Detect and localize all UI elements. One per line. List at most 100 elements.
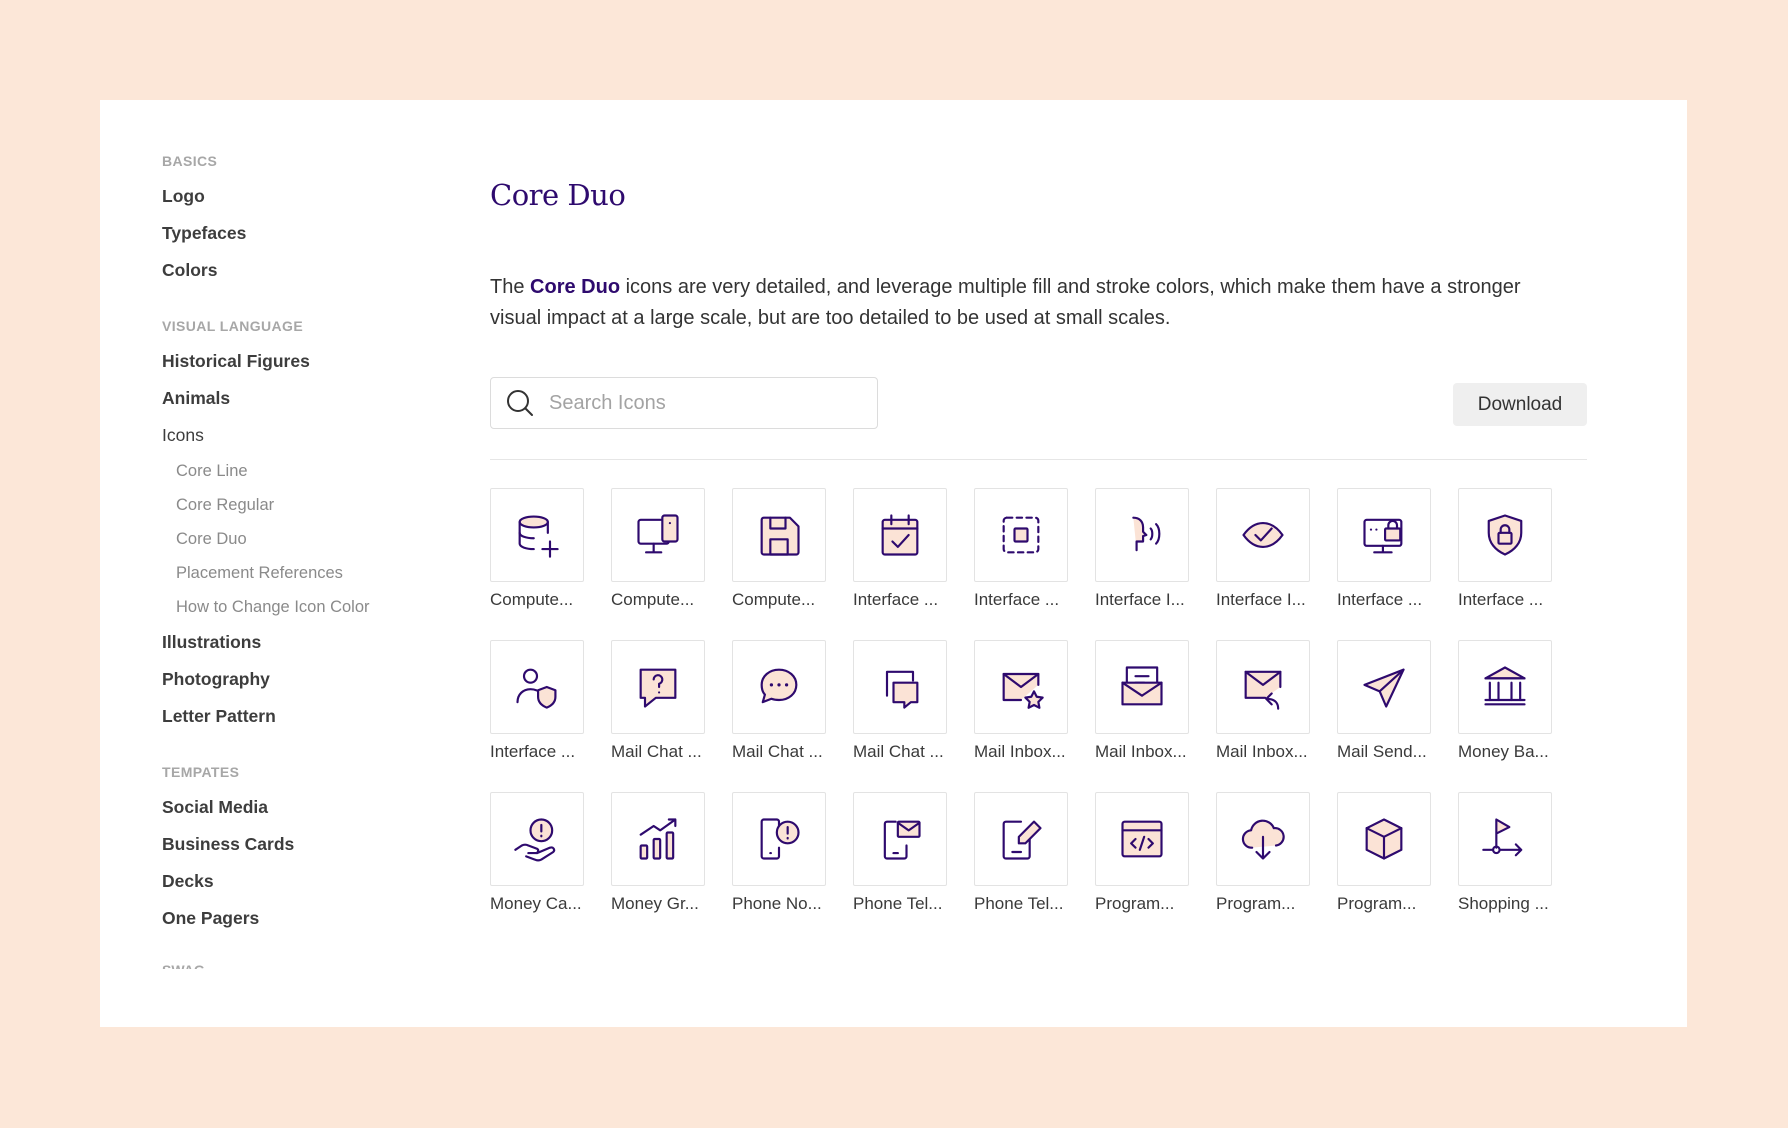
user-shield-icon: [516, 668, 557, 709]
sidebar-item-logo[interactable]: Logo: [162, 178, 462, 215]
icon-label: Compute...: [611, 590, 695, 609]
icon-tile[interactable]: Money Ba...: [1458, 640, 1552, 762]
icon-preview[interactable]: [1216, 488, 1310, 582]
sidebar-item-historical-figures[interactable]: Historical Figures: [162, 343, 462, 380]
icon-tile[interactable]: Mail Send...: [1337, 640, 1431, 762]
sidebar-item-typefaces[interactable]: Typefaces: [162, 215, 462, 252]
icon-tile[interactable]: Mail Chat ...: [853, 640, 947, 762]
sidebar-item-social-media[interactable]: Social Media: [162, 789, 462, 826]
sidebar-item-animals[interactable]: Animals: [162, 380, 462, 417]
sidebar: BASICS Logo Typefaces Colors VISUAL LANG…: [162, 150, 462, 1010]
icon-label: Phone No...: [732, 894, 822, 913]
sidebar-heading: BASICS: [162, 153, 218, 169]
icon-preview[interactable]: [732, 640, 826, 734]
icon-preview[interactable]: [490, 640, 584, 734]
icon-preview[interactable]: [490, 792, 584, 886]
icon-tile[interactable]: Program...: [1216, 792, 1310, 914]
search-box[interactable]: [490, 377, 878, 429]
icon-tile[interactable]: Phone No...: [732, 792, 826, 914]
icon-tile[interactable]: Program...: [1337, 792, 1431, 914]
icon-preview[interactable]: [974, 640, 1068, 734]
sidebar-item-decks[interactable]: Decks: [162, 863, 462, 900]
sidebar-item-icons[interactable]: Icons: [162, 417, 462, 454]
icon-tile[interactable]: Compute...: [611, 488, 705, 610]
download-button[interactable]: Download: [1453, 383, 1587, 426]
icon-label: Interface ...: [1458, 590, 1544, 609]
icon-tile[interactable]: Program...: [1095, 792, 1189, 914]
icon-tile[interactable]: Mail Chat ...: [732, 640, 826, 762]
sidebar-subitem-core-line[interactable]: Core Line: [162, 454, 462, 488]
icon-preview[interactable]: [611, 488, 705, 582]
icon-preview[interactable]: [853, 640, 947, 734]
icon-preview[interactable]: [1337, 488, 1431, 582]
hand-coin-icon: [514, 818, 556, 862]
icon-label: Mail Inbox...: [1216, 742, 1308, 761]
icon-tile[interactable]: Interface ...: [1458, 488, 1552, 610]
icon-preview[interactable]: [611, 640, 705, 734]
icon-preview[interactable]: [732, 792, 826, 886]
icon-preview[interactable]: [853, 792, 947, 886]
icon-preview[interactable]: [732, 488, 826, 582]
database-add-icon: [518, 515, 559, 558]
icon-preview[interactable]: [974, 488, 1068, 582]
sidebar-item-photography[interactable]: Photography: [162, 661, 462, 698]
sidebar-section-visual-language: VISUAL LANGUAGE Historical Figures Anima…: [162, 315, 462, 735]
icon-preview[interactable]: [1337, 640, 1431, 734]
icon-preview[interactable]: [974, 792, 1068, 886]
sidebar-item-business-cards[interactable]: Business Cards: [162, 826, 462, 863]
icon-preview[interactable]: [853, 488, 947, 582]
icon-label: Mail Chat ...: [732, 742, 823, 761]
icon-tile[interactable]: Money Gr...: [611, 792, 705, 914]
icon-preview[interactable]: [1458, 488, 1552, 582]
sidebar-item-illustrations[interactable]: Illustrations: [162, 624, 462, 661]
icon-tile[interactable]: Phone Tel...: [974, 792, 1068, 914]
icon-preview[interactable]: [1216, 640, 1310, 734]
icon-label: Mail Send...: [1337, 742, 1427, 761]
icon-tile[interactable]: Mail Chat ...: [611, 640, 705, 762]
description-prefix: The: [490, 276, 531, 298]
divider: [490, 459, 1587, 460]
icon-tile[interactable]: Interface ...: [974, 488, 1068, 610]
icon-label: Interface I...: [1095, 590, 1185, 609]
icon-preview[interactable]: [490, 488, 584, 582]
icon-tile[interactable]: Money Ca...: [490, 792, 584, 914]
icon-label: Mail Chat ...: [853, 742, 944, 761]
icon-tile[interactable]: Interface ...: [1337, 488, 1431, 610]
sidebar-subitem-change-icon-color[interactable]: How to Change Icon Color: [162, 590, 462, 624]
icon-preview[interactable]: [1095, 792, 1189, 886]
icon-label: Interface ...: [853, 590, 939, 609]
sidebar-item-colors[interactable]: Colors: [162, 252, 462, 289]
search-icon: [507, 390, 533, 416]
cloud-download-icon: [1241, 819, 1285, 860]
icon-tile[interactable]: Mail Inbox...: [974, 640, 1068, 762]
icon-tile[interactable]: Mail Inbox...: [1216, 640, 1310, 762]
sidebar-subitem-core-duo[interactable]: Core Duo: [162, 522, 462, 556]
icon-tile[interactable]: Interface ...: [490, 640, 584, 762]
description-suffix: icons are very detailed, and leverage mu…: [490, 276, 1521, 329]
sidebar-subitem-core-regular[interactable]: Core Regular: [162, 488, 462, 522]
icon-tile[interactable]: Interface I...: [1216, 488, 1310, 610]
sidebar-item-one-pagers[interactable]: One Pagers: [162, 900, 462, 937]
icon-tile[interactable]: Interface I...: [1095, 488, 1189, 610]
eye-check-icon: [1242, 522, 1284, 548]
sidebar-subitem-placement-references[interactable]: Placement References: [162, 556, 462, 590]
icon-preview[interactable]: [1458, 640, 1552, 734]
icon-tile[interactable]: Compute...: [732, 488, 826, 610]
icon-label: Program...: [1337, 894, 1417, 913]
paper-plane-icon: [1363, 668, 1405, 708]
icon-preview[interactable]: [611, 792, 705, 886]
icon-tile[interactable]: Mail Inbox...: [1095, 640, 1189, 762]
icon-tile[interactable]: Shopping ...: [1458, 792, 1552, 914]
icon-preview[interactable]: [1337, 792, 1431, 886]
icon-preview[interactable]: [1095, 640, 1189, 734]
sidebar-item-letter-pattern[interactable]: Letter Pattern: [162, 698, 462, 735]
search-input[interactable]: [547, 390, 851, 416]
icon-tile[interactable]: Phone Tel...: [853, 792, 947, 914]
monitor-phone-icon: [637, 514, 679, 554]
icon-preview[interactable]: [1216, 792, 1310, 886]
icon-preview[interactable]: [1458, 792, 1552, 886]
icon-tile[interactable]: Compute...: [490, 488, 584, 610]
icon-tile[interactable]: Interface ...: [853, 488, 947, 610]
voice-speak-icon: [1132, 516, 1161, 552]
icon-preview[interactable]: [1095, 488, 1189, 582]
